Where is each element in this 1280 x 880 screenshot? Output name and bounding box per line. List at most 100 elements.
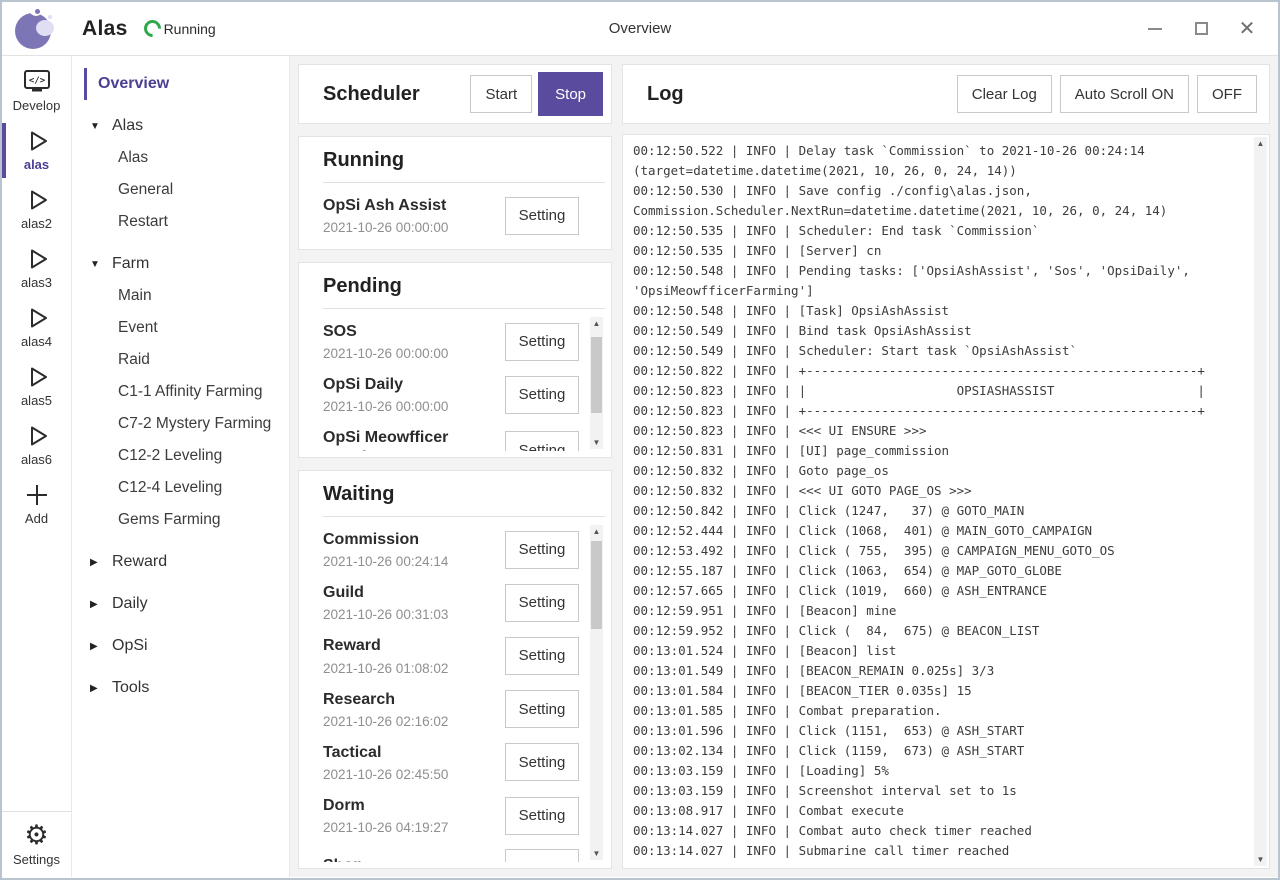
scrollbar-thumb[interactable] <box>591 337 602 413</box>
nav-item[interactable]: Alas <box>84 142 289 174</box>
nav-item[interactable]: ▼ Farm <box>84 248 289 280</box>
maximize-button[interactable] <box>1178 2 1224 55</box>
nav-item[interactable]: ▼ Alas <box>84 110 289 142</box>
nav-item[interactable]: ▶ Reward <box>84 546 289 578</box>
minimize-button[interactable] <box>1132 2 1178 55</box>
play-icon <box>23 363 51 391</box>
pending-title: Pending <box>323 275 605 298</box>
nav-item-label: Restart <box>118 213 168 231</box>
sidebar-instance-item[interactable]: </> alas5 <box>2 357 71 416</box>
tree-arrow-icon: ▼ <box>90 259 112 270</box>
develop-icon: </> <box>22 68 52 96</box>
pending-card: Pending SOS 2021-10-26 00:00:00 Setting <box>298 262 612 458</box>
scroll-up-icon[interactable]: ▲ <box>1254 137 1267 150</box>
pending-scrollbar[interactable]: ▲ ▼ <box>590 317 603 449</box>
nav-item[interactable]: Raid <box>84 344 289 376</box>
maximize-icon <box>1195 22 1208 35</box>
nav-item-label: C1-1 Affinity Farming <box>118 383 262 401</box>
sidebar-instance-label: alas5 <box>21 393 52 408</box>
clear-log-button[interactable]: Clear Log <box>957 75 1052 113</box>
scroll-up-icon[interactable]: ▲ <box>590 525 603 538</box>
nav-item[interactable]: Main <box>84 280 289 312</box>
task-name: Commission <box>323 530 497 549</box>
task-next-run-time: 2021-10-26 00:31:03 <box>323 607 497 622</box>
nav-item[interactable]: Restart <box>84 206 289 238</box>
waiting-scrollbar[interactable]: ▲ ▼ <box>590 525 603 860</box>
task-setting-button[interactable]: Setting <box>505 431 579 451</box>
task-next-run-time: 2021-10-26 04:19:27 <box>323 820 497 835</box>
start-button[interactable]: Start <box>470 75 532 113</box>
nav-item-label: Alas <box>112 117 143 135</box>
nav-item-label: Tools <box>112 679 149 697</box>
task-setting-button[interactable]: Setting <box>505 197 579 235</box>
log-scrollbar[interactable]: ▲ ▼ <box>1254 137 1267 866</box>
stop-button[interactable]: Stop <box>538 72 603 116</box>
task-row: Research 2021-10-26 02:16:02 Setting <box>323 683 579 736</box>
task-next-run-time: 2021-10-26 02:16:02 <box>323 714 497 729</box>
nav-item[interactable]: C12-2 Leveling <box>84 440 289 472</box>
sidebar-instance-item[interactable]: </> alas6 <box>2 416 71 475</box>
sidebar-instance-item[interactable]: </> alas <box>2 121 71 180</box>
task-next-run-time: 2021-10-26 02:45:50 <box>323 767 497 782</box>
app-title: Alas <box>82 17 128 41</box>
instance-list: </> Develop <box>2 62 71 534</box>
task-row: Dorm 2021-10-26 04:19:27 Setting <box>323 789 579 842</box>
waiting-card: Waiting Commission 2021-10-26 00:24:14 S… <box>298 470 612 869</box>
task-setting-button[interactable]: Setting <box>505 690 579 728</box>
scroll-down-icon[interactable]: ▼ <box>1254 853 1267 866</box>
task-setting-button[interactable]: Setting <box>505 531 579 569</box>
autoscroll-on-button[interactable]: Auto Scroll ON <box>1060 75 1189 113</box>
sidebar-instance-item[interactable]: </> alas4 <box>2 298 71 357</box>
nav-item[interactable]: Overview <box>84 68 289 100</box>
scroll-down-icon[interactable]: ▼ <box>590 847 603 860</box>
nav-item[interactable]: C7-2 Mystery Farming <box>84 408 289 440</box>
sidebar-instance-label: alas2 <box>21 216 52 231</box>
log-title: Log <box>647 83 949 106</box>
task-name: Dorm <box>323 796 497 815</box>
scroll-up-icon[interactable]: ▲ <box>590 317 603 330</box>
divider <box>323 308 605 309</box>
nav-item[interactable]: Event <box>84 312 289 344</box>
task-next-run-time: 2021-10-26 01:08:02 <box>323 661 497 676</box>
log-output-panel[interactable]: 00:12:50.522 | INFO | Delay task `Commis… <box>622 134 1270 869</box>
sidebar-item-settings[interactable]: ⚙ Settings <box>2 811 71 877</box>
autoscroll-off-button[interactable]: OFF <box>1197 75 1257 113</box>
sidebar-instance-label: alas6 <box>21 452 52 467</box>
task-setting-button[interactable]: Setting <box>505 743 579 781</box>
nav-item[interactable]: ▶ Tools <box>84 672 289 704</box>
close-button[interactable]: ✕ <box>1224 2 1270 55</box>
task-setting-button[interactable]: Setting <box>505 584 579 622</box>
divider <box>323 516 605 517</box>
nav-item-label: Main <box>118 287 152 305</box>
task-name: OpSi Daily <box>323 375 497 394</box>
svg-text:</>: </> <box>28 76 45 86</box>
task-setting-button[interactable]: Setting <box>505 637 579 675</box>
nav-item[interactable]: Gems Farming <box>84 504 289 536</box>
nav-item[interactable]: General <box>84 174 289 206</box>
content-area: Scheduler Start Stop Running OpSi Ash As… <box>290 56 1278 877</box>
nav-item[interactable]: ▶ Daily <box>84 588 289 620</box>
nav-item-label: Reward <box>112 553 167 571</box>
nav-item-label: C7-2 Mystery Farming <box>118 415 271 433</box>
nav-item[interactable]: ▶ OpSi <box>84 630 289 662</box>
tree-arrow-icon: ▶ <box>90 599 112 610</box>
nav-item[interactable]: C12-4 Leveling <box>84 472 289 504</box>
close-icon: ✕ <box>1239 19 1256 39</box>
task-setting-button[interactable]: Setting <box>505 797 579 835</box>
task-setting-button[interactable]: Setting <box>505 849 579 862</box>
window-title: Overview <box>609 20 672 37</box>
sidebar-instance-item[interactable]: </> alas2 <box>2 180 71 239</box>
sidebar-instance-item[interactable]: </> alas3 <box>2 239 71 298</box>
scrollbar-thumb[interactable] <box>591 541 602 629</box>
play-icon <box>23 245 51 273</box>
task-setting-button[interactable]: Setting <box>505 376 579 414</box>
task-row: SOS 2021-10-26 00:00:00 Setting <box>323 315 579 368</box>
pending-task-list: SOS 2021-10-26 00:00:00 Setting OpSi Dai… <box>323 315 605 451</box>
running-spinner-icon <box>140 16 164 40</box>
nav-item[interactable]: C1-1 Affinity Farming <box>84 376 289 408</box>
sidebar-instance-item[interactable]: </> Develop <box>2 62 71 121</box>
tree-arrow-icon: ▶ <box>90 683 112 694</box>
scroll-down-icon[interactable]: ▼ <box>590 436 603 449</box>
sidebar-instance-item[interactable]: </> Add <box>2 475 71 534</box>
task-setting-button[interactable]: Setting <box>505 323 579 361</box>
